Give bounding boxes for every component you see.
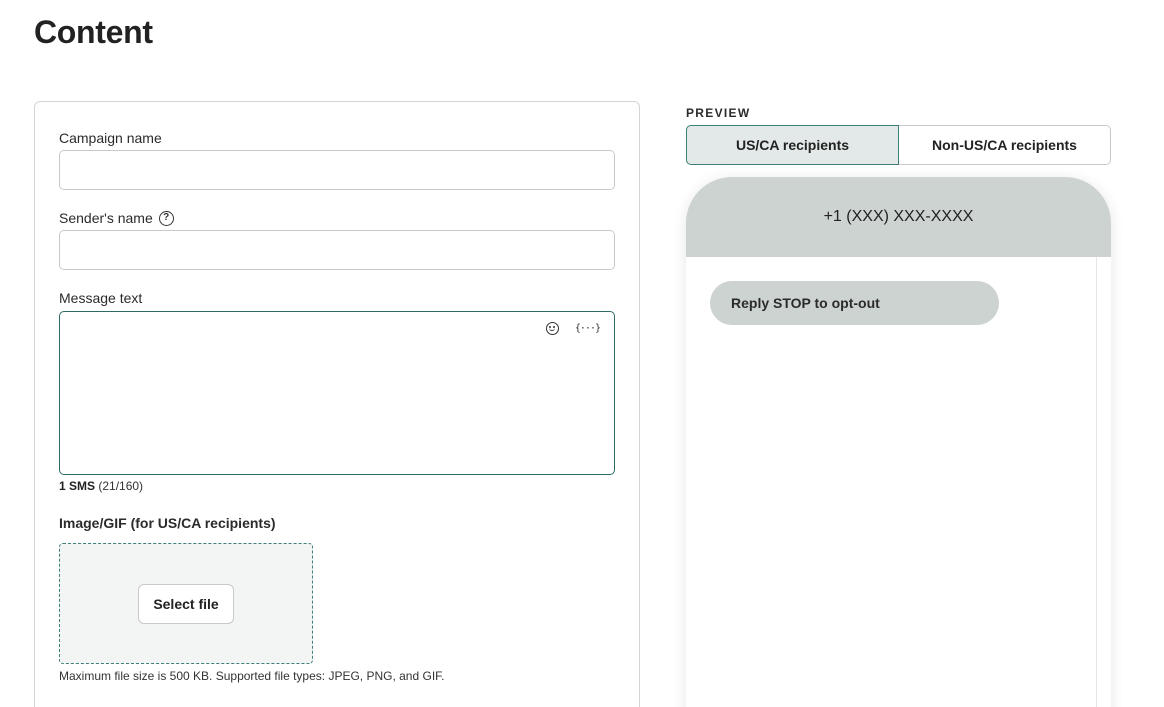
message-text-field: {···} [59,311,615,475]
image-dropzone[interactable]: Select file [59,543,313,664]
message-bubble: Reply STOP to opt-out [710,281,999,325]
content-page: Content Campaign name Sender's name ? Me… [0,0,1164,707]
phone-number: +1 (XXX) XXX-XXXX [823,208,974,225]
campaign-name-label: Campaign name [59,130,162,146]
message-textarea[interactable] [60,312,614,474]
phone-message-area[interactable]: Reply STOP to opt-out [686,257,1097,707]
recipient-tabs: US/CA recipients Non-US/CA recipients [686,125,1111,165]
sms-counter: 1 SMS (21/160) [59,479,143,493]
question-circle-icon[interactable]: ? [158,210,174,226]
sender-name-label-text: Sender's name [59,210,153,226]
campaign-name-input[interactable] [59,150,615,190]
phone-header: +1 (XXX) XXX-XXXX [686,177,1111,257]
tab-non-us-ca-recipients[interactable]: Non-US/CA recipients [899,125,1111,165]
phone-preview: +1 (XXX) XXX-XXXX Reply STOP to opt-out [686,177,1111,707]
content-form-card: Campaign name Sender's name ? Message te… [34,101,640,707]
select-file-button[interactable]: Select file [138,584,234,624]
file-size-hint: Maximum file size is 500 KB. Supported f… [59,669,445,683]
preview-label: PREVIEW [686,106,751,120]
tab-us-ca-recipients[interactable]: US/CA recipients [686,125,899,165]
campaign-name-label-text: Campaign name [59,130,162,146]
sender-name-label: Sender's name ? [59,210,174,226]
page-title: Content [34,14,153,50]
message-toolbar: {···} [545,322,601,335]
message-text-label-text: Message text [59,290,143,306]
sms-char-count: (21/160) [98,479,144,493]
message-bubble-text: Reply STOP to opt-out [731,295,880,311]
variable-icon[interactable]: {···} [575,323,601,334]
sms-count: 1 SMS [59,479,96,493]
emoji-icon[interactable] [545,322,559,335]
message-text-label: Message text [59,290,142,306]
image-upload-label: Image/GIF (for US/CA recipients) [59,515,276,531]
sender-name-input[interactable] [59,230,615,270]
